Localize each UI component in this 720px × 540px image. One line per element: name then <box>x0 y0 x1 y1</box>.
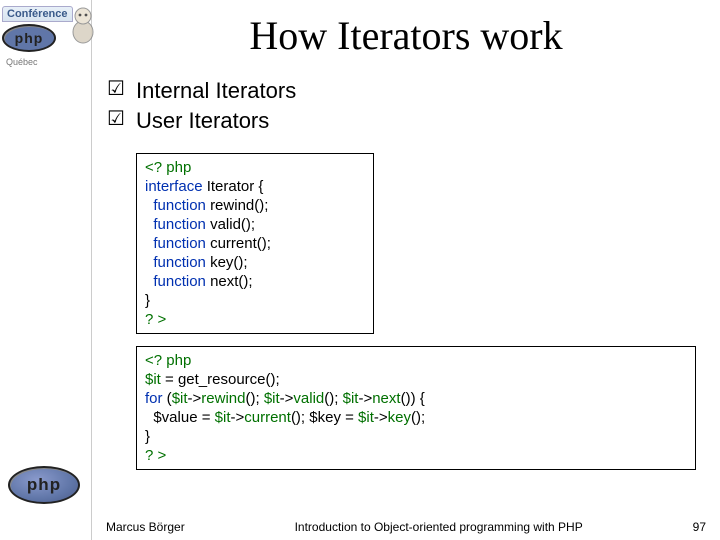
code-token: (); <box>411 409 425 426</box>
code-token: Iterator <box>207 178 255 195</box>
code-token: -> <box>188 390 202 407</box>
code-token: $it <box>264 390 280 407</box>
code-token: (); <box>257 235 271 252</box>
code-block-interface: <? php interface Iterator { function rew… <box>136 153 374 334</box>
code-token: (); <box>238 273 252 290</box>
code-token: = get_resource(); <box>161 371 280 388</box>
code-token: key <box>210 254 233 271</box>
code-token: interface <box>145 178 203 195</box>
code-token: (); <box>241 216 255 233</box>
code-token: key <box>388 409 411 426</box>
code-token: function <box>153 216 206 233</box>
code-token: { <box>258 178 263 195</box>
slide-title: How Iterators work <box>102 0 710 77</box>
sidebar: Conférence php Québec php <box>0 0 92 540</box>
code-token: $value = <box>145 409 215 426</box>
code-token: (); <box>254 197 268 214</box>
bullet-list: ☑ Internal Iterators ☑ User Iterators <box>102 77 710 135</box>
code-token: next <box>372 390 400 407</box>
code-token: -> <box>280 390 294 407</box>
checkbox-icon: ☑ <box>106 77 126 101</box>
code-token: } <box>145 292 150 309</box>
code-token: (); <box>245 390 263 407</box>
bullet-item: ☑ User Iterators <box>106 107 710 135</box>
code-token: rewind <box>210 197 254 214</box>
bullet-text: Internal Iterators <box>136 77 296 105</box>
bullet-text: User Iterators <box>136 107 269 135</box>
checkbox-icon: ☑ <box>106 107 126 131</box>
code-token: function <box>153 235 206 252</box>
code-token: rewind <box>201 390 245 407</box>
slide-content: How Iterators work ☑ Internal Iterators … <box>92 0 720 540</box>
code-token: } <box>145 428 150 445</box>
code-token: -> <box>358 390 372 407</box>
php-oval-icon: php <box>8 466 80 504</box>
code-token: current <box>244 409 291 426</box>
bullet-item: ☑ Internal Iterators <box>106 77 710 105</box>
code-token: for <box>145 390 163 407</box>
code-token: ()) { <box>401 390 425 407</box>
footer-course: Introduction to Object-oriented programm… <box>185 520 693 534</box>
conference-title: Conférence <box>2 6 73 22</box>
code-token: (); <box>324 390 342 407</box>
conference-logo: Conférence php Québec <box>0 0 91 74</box>
php-badge-bottom: php <box>8 466 80 504</box>
footer-page-number: 97 <box>693 520 706 534</box>
code-token: valid <box>210 216 241 233</box>
code-token: function <box>153 197 206 214</box>
code-token: function <box>153 273 206 290</box>
code-token: function <box>153 254 206 271</box>
code-token: $it <box>145 371 161 388</box>
code-token: next <box>210 273 238 290</box>
code-token: $it <box>358 409 374 426</box>
slide-footer: Marcus Börger Introduction to Object-ori… <box>0 520 720 534</box>
code-token: -> <box>230 409 244 426</box>
code-token: <? php <box>145 352 191 369</box>
php-oval-icon: php <box>2 24 56 52</box>
code-token: $it <box>172 390 188 407</box>
footer-author: Marcus Börger <box>106 520 185 534</box>
code-token: ( <box>163 390 172 407</box>
code-token: $it <box>343 390 359 407</box>
code-token: ? > <box>145 447 166 464</box>
code-token: <? php <box>145 159 191 176</box>
code-token: (); $key = <box>291 409 358 426</box>
code-token: current <box>210 235 257 252</box>
code-token: valid <box>293 390 324 407</box>
code-token: -> <box>374 409 388 426</box>
code-block-usage: <? php $it = get_resource(); for ($it->r… <box>136 346 696 470</box>
code-token: $it <box>215 409 231 426</box>
conference-subtext: Québec <box>6 57 38 67</box>
php-badge-top: php <box>2 24 56 52</box>
code-token: ? > <box>145 311 166 328</box>
code-token: (); <box>233 254 247 271</box>
